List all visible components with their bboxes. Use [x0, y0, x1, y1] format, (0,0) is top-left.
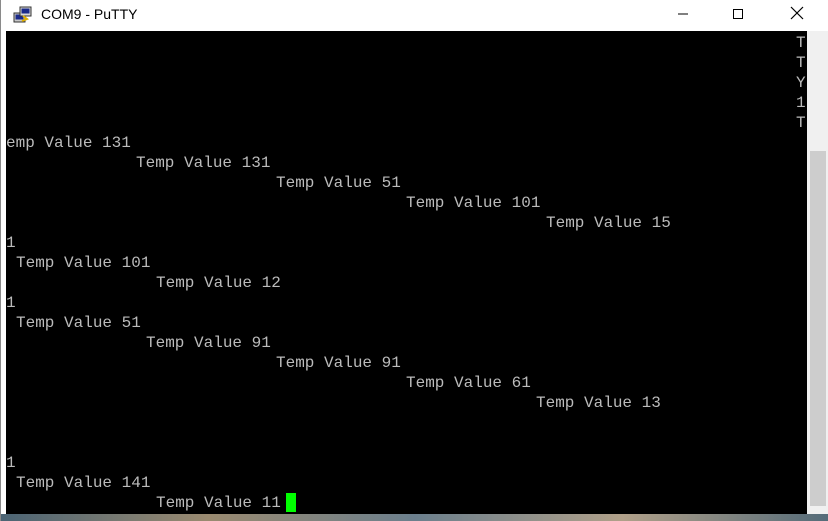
terminal-line: Temp Value 51 [16, 314, 141, 332]
terminal-right-char: T [796, 114, 806, 132]
vertical-scrollbar[interactable] [807, 31, 828, 521]
terminal-right-char: T [796, 54, 806, 72]
terminal-line: Temp Value 61 [406, 374, 531, 392]
terminal-line: 1 [6, 234, 16, 252]
maximize-icon [732, 7, 744, 25]
minimize-icon [677, 7, 689, 25]
terminal-line: Temp Value 51 [276, 174, 401, 192]
terminal-line: Temp Value 12 [156, 274, 281, 292]
close-icon [790, 6, 804, 25]
terminal-line: Temp Value 141 [16, 474, 151, 492]
title-bar[interactable]: COM9 - PuTTY [1, 0, 828, 31]
window-title: COM9 - PuTTY [41, 6, 138, 22]
terminal-line: 1 [6, 294, 16, 312]
terminal-line: emp Value 131 [6, 134, 131, 152]
terminal-right-char: T [796, 34, 806, 52]
terminal-line: Temp Value 15 [546, 214, 671, 232]
terminal-line: Temp Value 91 [146, 334, 271, 352]
terminal-line: Temp Value 131 [136, 154, 271, 172]
terminal-line: 1 [6, 454, 16, 472]
terminal-line: Temp Value 101 [406, 194, 541, 212]
desktop-background-strip [1, 514, 828, 521]
terminal-output[interactable]: T T Y 1 T emp Value 131 Temp Value 131 T… [6, 31, 807, 521]
scrollbar-thumb[interactable] [810, 151, 826, 506]
terminal-line: Temp Value 13 [536, 394, 661, 412]
terminal-line: Temp Value 11 [156, 494, 281, 512]
terminal-line: Temp Value 91 [276, 354, 401, 372]
maximize-button[interactable] [715, 0, 761, 31]
minimize-button[interactable] [660, 0, 706, 31]
putty-window: COM9 - PuTTY T T Y 1 T emp Value 131 Tem… [0, 0, 828, 521]
terminal-right-char: Y [796, 74, 806, 92]
putty-app-icon[interactable] [13, 5, 33, 25]
terminal-line: Temp Value 101 [16, 254, 151, 272]
terminal-cursor [286, 493, 296, 512]
terminal-right-char: 1 [796, 94, 806, 112]
close-button[interactable] [774, 0, 820, 31]
